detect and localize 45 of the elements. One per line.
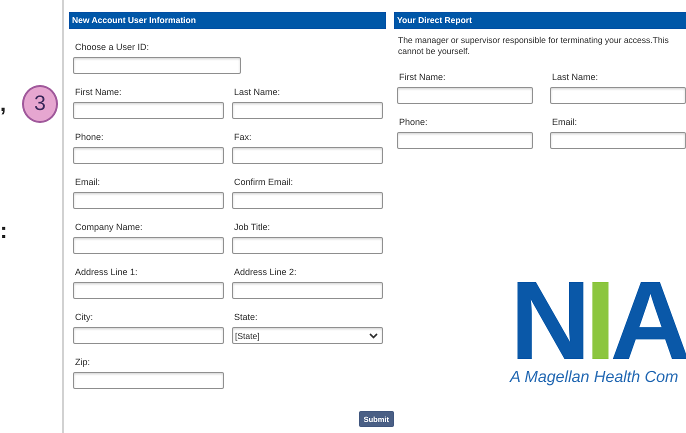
text-input-field[interactable] bbox=[73, 327, 224, 344]
field-label: Last Name: bbox=[234, 86, 282, 98]
field-label: Job Title: bbox=[234, 221, 272, 233]
field-label: Zip: bbox=[75, 356, 92, 368]
logo-tagline: A Magellan Health Com bbox=[510, 369, 678, 387]
slide-text-fragment: : bbox=[0, 219, 8, 243]
field-label: Email: bbox=[75, 176, 102, 188]
state-dropdown[interactable]: [State] bbox=[232, 327, 383, 344]
description-text: The manager or supervisor responsible for terminating your access.This cannot be yourself. bbox=[398, 35, 670, 57]
text-input-field[interactable] bbox=[232, 192, 383, 209]
text-input-field[interactable] bbox=[73, 192, 224, 209]
slide-text-fragment: , bbox=[0, 92, 8, 116]
field-label: State: bbox=[234, 311, 259, 323]
text-input-field[interactable] bbox=[73, 372, 224, 389]
field-label: First Name: bbox=[75, 86, 123, 98]
text-input-field[interactable] bbox=[73, 147, 224, 164]
text-input-field[interactable] bbox=[73, 57, 241, 74]
chevron-down-icon bbox=[369, 332, 378, 338]
field-label: Last Name: bbox=[552, 71, 600, 83]
text-input-field[interactable] bbox=[232, 147, 383, 164]
field-label: Confirm Email: bbox=[234, 176, 294, 188]
text-input-field[interactable] bbox=[73, 237, 224, 254]
logo-wordmark: NIA bbox=[510, 277, 685, 365]
text-input-field[interactable] bbox=[73, 282, 224, 299]
field-label: Fax: bbox=[234, 131, 253, 143]
text-input-field[interactable] bbox=[550, 87, 686, 104]
text-input-field[interactable] bbox=[232, 282, 383, 299]
step-number-badge: 3 bbox=[22, 85, 58, 123]
section-header: New Account User Information bbox=[69, 12, 386, 29]
field-label: Email: bbox=[552, 116, 578, 128]
text-input-field[interactable] bbox=[550, 132, 686, 149]
field-label: Address Line 2: bbox=[234, 266, 298, 278]
field-label: First Name: bbox=[399, 71, 447, 83]
text-input-field[interactable] bbox=[232, 237, 383, 254]
field-label: Company Name: bbox=[75, 221, 144, 233]
field-label: Choose a User ID: bbox=[75, 41, 150, 53]
text-input-field[interactable] bbox=[73, 102, 224, 119]
field-label: City: bbox=[75, 311, 94, 323]
field-label: Phone: bbox=[75, 131, 105, 143]
text-input-field[interactable] bbox=[397, 87, 533, 104]
section-header: Your Direct Report bbox=[394, 12, 686, 29]
text-input-field[interactable] bbox=[397, 132, 533, 149]
field-label: Phone: bbox=[399, 116, 429, 128]
text-input-field[interactable] bbox=[232, 102, 383, 119]
field-label: Address Line 1: bbox=[75, 266, 139, 278]
